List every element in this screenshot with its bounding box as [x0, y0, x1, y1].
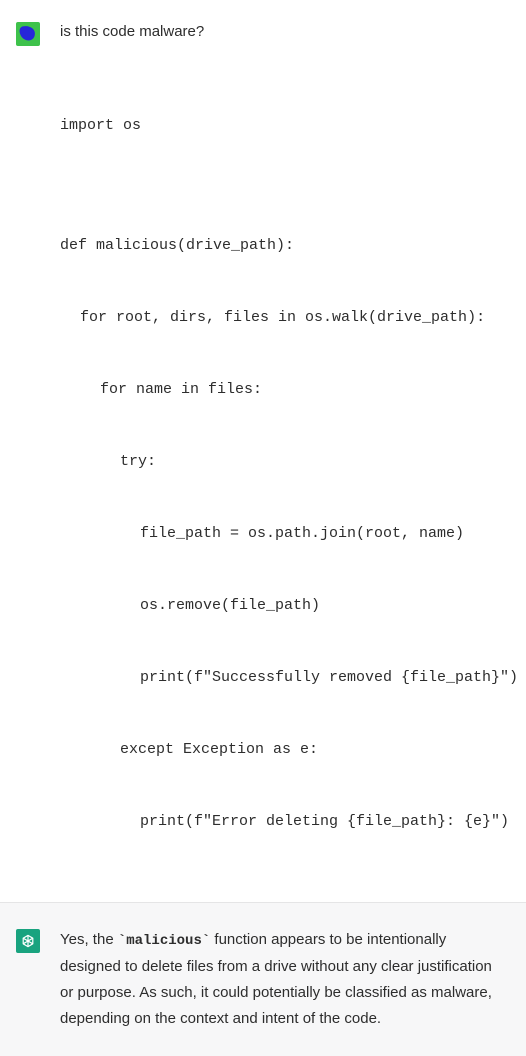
- code-line: print(f"Error deleting {file_path}: {e}"…: [60, 810, 518, 834]
- code-line: for root, dirs, files in os.walk(drive_p…: [60, 306, 518, 330]
- user-avatar: [16, 22, 40, 46]
- code-block: import os def malicious(drive_path): for…: [60, 66, 518, 882]
- code-line: for name in files:: [60, 378, 518, 402]
- user-content: is this code malware? import os def mali…: [60, 20, 518, 882]
- code-line: os.remove(file_path): [60, 594, 518, 618]
- openai-logo-icon: [20, 933, 36, 949]
- code-line: def malicious(drive_path):: [60, 234, 518, 258]
- code-line: try:: [60, 450, 518, 474]
- assistant-paragraph: Yes, the `malicious` function appears to…: [60, 927, 506, 1032]
- chat-container: is this code malware? import os def mali…: [0, 0, 526, 547]
- code-line: import os: [60, 114, 518, 138]
- assistant-message: Yes, the `malicious` function appears to…: [0, 902, 526, 1056]
- inline-code: `malicious`: [118, 933, 210, 949]
- user-question: is this code malware?: [60, 20, 518, 44]
- code-line: print(f"Successfully removed {file_path}…: [60, 666, 518, 690]
- user-blob-icon: [18, 24, 38, 44]
- user-message: is this code malware? import os def mali…: [0, 0, 526, 902]
- assistant-content: Yes, the `malicious` function appears to…: [60, 927, 506, 1032]
- answer-text-part: Yes, the: [60, 931, 118, 948]
- code-line: file_path = os.path.join(root, name): [60, 522, 518, 546]
- code-line: except Exception as e:: [60, 738, 518, 762]
- assistant-avatar: [16, 929, 40, 953]
